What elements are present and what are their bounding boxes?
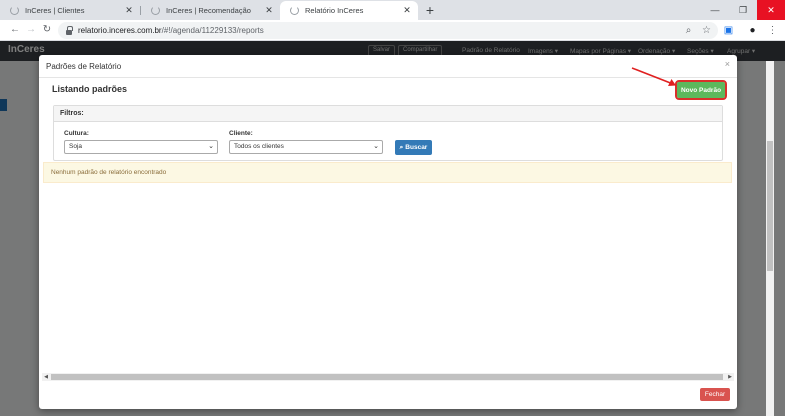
reload-icon[interactable]: ↻ bbox=[40, 23, 54, 37]
tab-recomendacao[interactable]: InCeres | Recomendação ✕ bbox=[141, 1, 280, 20]
close-tab-icon[interactable]: ✕ bbox=[264, 5, 274, 16]
search-button-label: Buscar bbox=[405, 144, 428, 151]
crop-select[interactable]: Soja ⌄ bbox=[64, 140, 218, 154]
scroll-left-icon[interactable]: ◀ bbox=[42, 373, 50, 381]
minimize-icon[interactable]: — bbox=[701, 0, 729, 20]
chevron-down-icon: ⌄ bbox=[373, 143, 379, 150]
client-select[interactable]: Todos os clientes ⌄ bbox=[229, 140, 383, 154]
search-button[interactable]: ⌕ Buscar bbox=[395, 140, 432, 155]
tab-title: InCeres | Recomendação bbox=[166, 6, 251, 15]
close-button[interactable]: Fechar bbox=[700, 388, 730, 401]
tab-title: InCeres | Clientes bbox=[25, 6, 85, 15]
translate-icon[interactable]: ▣ bbox=[722, 24, 735, 37]
annotation-arrow-icon bbox=[631, 67, 676, 86]
filter-panel: Filtros: Cultura: Soja ⌄ Cliente: Todos … bbox=[53, 105, 723, 161]
close-icon[interactable]: × bbox=[725, 59, 730, 69]
close-tab-icon[interactable]: ✕ bbox=[124, 5, 134, 16]
modal-title: Padrões de Relatório bbox=[46, 62, 122, 71]
tab-relatorio[interactable]: Relatório InCeres ✕ bbox=[280, 1, 418, 20]
chevron-down-icon: ⌄ bbox=[208, 143, 214, 150]
page-scrollbar[interactable] bbox=[766, 61, 774, 416]
browser-tabstrip: InCeres | Clientes ✕ InCeres | Recomenda… bbox=[0, 0, 785, 20]
crop-label: Cultura: bbox=[64, 130, 89, 137]
tab-title: Relatório InCeres bbox=[305, 6, 364, 15]
search-icon: ⌕ bbox=[399, 143, 404, 151]
report-standards-modal: Padrões de Relatório × Listando padrões … bbox=[39, 55, 737, 409]
browser-toolbar: ← → ↻ relatorio.inceres.com.br/#!/agenda… bbox=[0, 20, 785, 41]
zoom-icon[interactable]: ⌕ bbox=[682, 24, 695, 37]
account-icon[interactable]: ● bbox=[746, 24, 759, 37]
bookmark-star-icon[interactable]: ☆ bbox=[700, 24, 713, 37]
new-tab-icon[interactable]: + bbox=[423, 2, 437, 18]
client-label: Cliente: bbox=[229, 130, 253, 137]
loading-icon bbox=[10, 6, 19, 15]
tab-clientes[interactable]: InCeres | Clientes ✕ bbox=[0, 1, 140, 20]
horizontal-scrollbar[interactable]: ◀ ▶ bbox=[42, 373, 734, 381]
crop-select-value: Soja bbox=[69, 143, 83, 150]
restore-icon[interactable]: ❐ bbox=[729, 0, 757, 20]
filters-heading: Filtros: bbox=[54, 106, 722, 122]
scroll-right-icon[interactable]: ▶ bbox=[726, 373, 734, 381]
new-standard-button[interactable]: Novo Padrão bbox=[675, 80, 727, 100]
scrollbar-thumb[interactable] bbox=[767, 141, 773, 271]
back-icon[interactable]: ← bbox=[8, 23, 22, 37]
forward-icon[interactable]: → bbox=[24, 23, 38, 37]
scrollbar-thumb[interactable] bbox=[51, 374, 723, 380]
lock-icon bbox=[66, 25, 73, 35]
close-tab-icon[interactable]: ✕ bbox=[402, 5, 412, 16]
menu-kebab-icon[interactable]: ⋮ bbox=[766, 24, 779, 37]
address-bar[interactable]: relatorio.inceres.com.br/#!/agenda/11229… bbox=[58, 22, 718, 39]
client-select-value: Todos os clientes bbox=[234, 143, 284, 150]
listing-title: Listando padrões bbox=[52, 84, 128, 94]
close-window-icon[interactable]: ✕ bbox=[757, 0, 785, 20]
loading-icon bbox=[290, 6, 299, 15]
url-text: relatorio.inceres.com.br/#!/agenda/11229… bbox=[78, 26, 264, 35]
loading-icon bbox=[151, 6, 160, 15]
empty-state-alert: Nenhum padrão de relatório encontrado bbox=[43, 162, 732, 183]
